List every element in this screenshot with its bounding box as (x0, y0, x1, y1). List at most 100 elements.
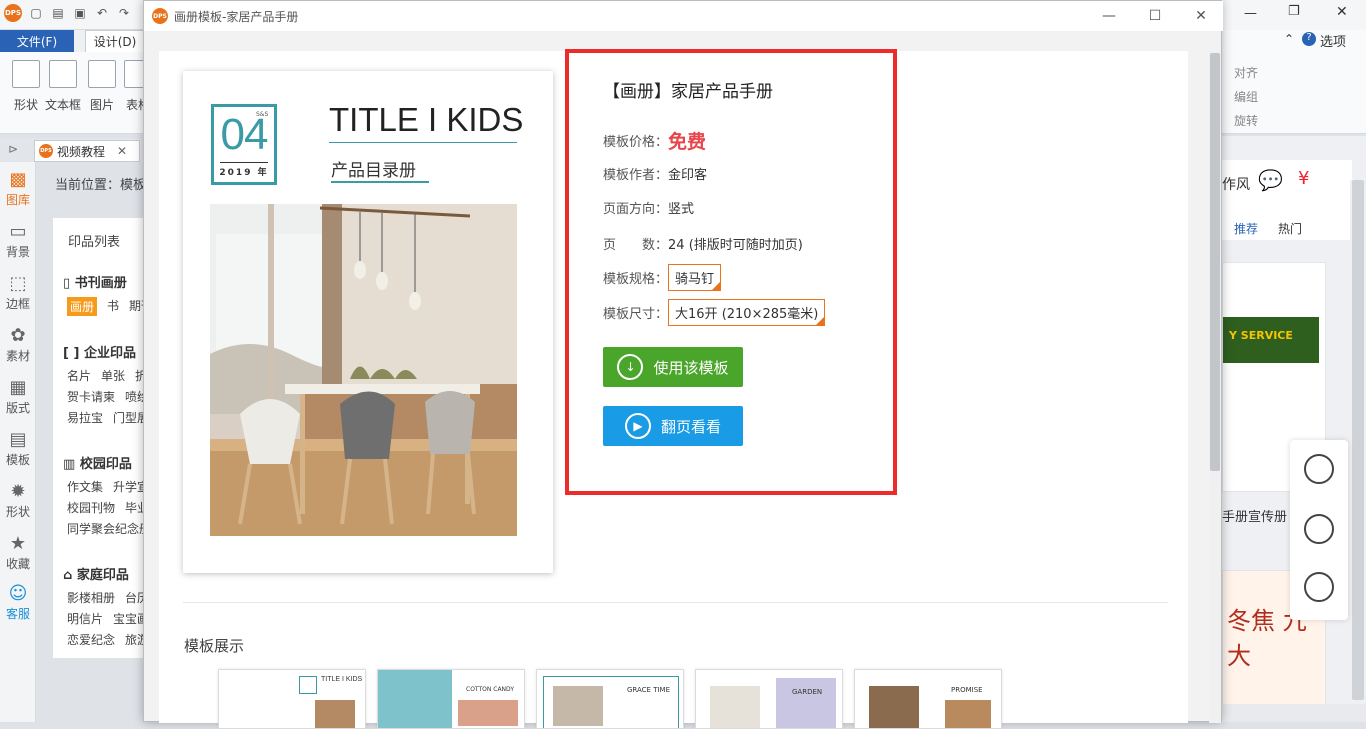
window-minimize-icon[interactable]: — (1086, 1, 1132, 31)
cover-title: TITLE I KIDS (329, 101, 524, 138)
close-tab-icon[interactable]: ✕ (117, 144, 127, 158)
options-button[interactable]: 选项 (1320, 31, 1346, 50)
current-location: 当前位置：模板 (55, 178, 147, 193)
panel-toggle-icon[interactable]: ⊳ (8, 142, 18, 156)
ribbon: 形状 文本框 图片 表格 (0, 52, 152, 134)
right-panel-scroll-thumb[interactable] (1352, 180, 1364, 700)
close-icon[interactable]: ✕ (1336, 4, 1348, 20)
sidebar-item-template[interactable]: ▤ 模板 (0, 428, 36, 468)
category-essay[interactable]: 作文集 (67, 478, 103, 495)
border-icon: ⬚ (9, 272, 27, 294)
category-studio-album[interactable]: 影楼相册 (67, 589, 115, 606)
group-button[interactable]: 编组 (1234, 88, 1258, 105)
sidebar-item-favorites[interactable]: ★ 收藏 (0, 532, 36, 572)
picture-icon (88, 60, 116, 88)
thumb-panel (776, 678, 836, 728)
tab-hot[interactable]: 热门 (1278, 220, 1302, 237)
right-panel-tabs: 推荐 热门 (1222, 204, 1352, 240)
modal-scroll-thumb[interactable] (1210, 53, 1220, 471)
shape-button[interactable]: 形状 (8, 60, 44, 113)
doc-tab-video-tutorial[interactable]: DPS 视频教程 ✕ (34, 140, 140, 162)
thumb-photo (710, 686, 760, 728)
showcase-thumb-3[interactable]: GRACE TIME (536, 669, 684, 729)
window-titlebar: DPS 画册模板-家居产品手册 (144, 1, 1223, 31)
wechat-icon[interactable] (1304, 514, 1334, 544)
undo-icon[interactable]: ↶ (94, 5, 110, 21)
flip-preview-button[interactable]: ▶ 翻页看看 (603, 406, 743, 446)
chat-icon: ☺ (8, 582, 28, 604)
selected-check-icon (815, 316, 826, 326)
enterprise-row-3: 易拉宝 门型展 (67, 409, 149, 426)
category-card[interactable]: 名片 (67, 367, 91, 384)
new-file-icon[interactable]: ▢ (28, 5, 44, 21)
category-rollup[interactable]: 易拉宝 (67, 409, 103, 426)
window-maximize-icon[interactable]: ☐ (1132, 1, 1178, 31)
rotate-button[interactable]: 旋转 (1234, 112, 1258, 129)
sidebar-item-background[interactable]: ▭ 背景 (0, 220, 36, 260)
right-ribbon: ⌃ ? 选项 对齐 编组 旋转 (1222, 30, 1366, 134)
category-album[interactable]: 画册 (67, 297, 98, 316)
sidebar-item-service[interactable]: ☺ 客服 (0, 582, 36, 622)
template-info-panel: 【画册】家居产品手册 模板价格： 免费 模板作者： 金印客 页面方向： 竖式 页 数：… (565, 49, 897, 495)
sidebar-item-border[interactable]: ⬚ 边框 (0, 272, 36, 312)
textbox-button[interactable]: 文本框 (45, 60, 81, 113)
size-option[interactable]: 大16开 (210×285毫米) (668, 299, 826, 326)
campus-row-2: 校园刊物 毕业 (67, 499, 149, 516)
picture-button[interactable]: 图片 (84, 60, 120, 113)
tab-recommend[interactable]: 推荐 (1234, 220, 1258, 237)
headset-icon[interactable] (1304, 572, 1334, 602)
category-love[interactable]: 恋爱纪念 (67, 631, 115, 648)
family-row-2: 明信片 宝宝画 (67, 610, 149, 627)
restore-icon[interactable]: ❐ (1288, 4, 1300, 19)
textbox-icon (49, 60, 77, 88)
use-template-button[interactable]: ↓ 使用该模板 (603, 347, 743, 387)
window-close-icon[interactable]: ✕ (1178, 1, 1224, 31)
category-campus-journal[interactable]: 校园刊物 (67, 499, 115, 516)
section-enterprise[interactable]: [ ] 企业印品 (63, 342, 136, 361)
price-value: 免费 (668, 131, 707, 153)
redo-icon[interactable]: ↷ (116, 5, 132, 21)
section-family[interactable]: ⌂ 家庭印品 (63, 564, 129, 583)
comment-icon[interactable]: 💬 (1258, 168, 1283, 192)
collapse-ribbon-icon[interactable]: ⌃ (1284, 32, 1294, 46)
tab-design[interactable]: 设计(D) (85, 30, 145, 52)
section-books[interactable]: ▯ 书刊画册 (63, 272, 127, 291)
category-greeting[interactable]: 贺卡请柬 (67, 388, 115, 405)
showcase-thumb-4[interactable]: GARDEN (695, 669, 843, 729)
category-reunion[interactable]: 同学聚会纪念册 (67, 520, 151, 537)
open-folder-icon[interactable]: ▤ (50, 5, 66, 21)
showcase-thumb-5[interactable]: PROMISE (854, 669, 1002, 729)
category-postcard[interactable]: 明信片 (67, 610, 103, 627)
selected-check-icon (711, 281, 722, 291)
red-packet-icon[interactable]: ¥ (1298, 168, 1309, 189)
sidebar-item-gallery[interactable]: ▩ 图库 (0, 168, 36, 208)
books-row: 画册书期刊 (67, 297, 153, 316)
campus-row-1: 作文集 升学宣 (67, 478, 149, 495)
category-flyer[interactable]: 单张 (101, 367, 125, 384)
doc-tab-logo-icon: DPS (39, 144, 53, 158)
tab-file[interactable]: 文件(F) (0, 30, 74, 52)
sidebar-item-material[interactable]: ✿ 素材 (0, 324, 36, 364)
sidebar-item-layout[interactable]: ▦ 版式 (0, 376, 36, 416)
enterprise-icon: [ ] (63, 346, 84, 361)
minimize-icon[interactable]: — (1244, 6, 1257, 21)
section-campus[interactable]: ▥ 校园印品 (63, 453, 132, 472)
qq-icon[interactable] (1304, 454, 1334, 484)
print-list-heading: 印品列表 (68, 235, 121, 250)
orientation-row: 页面方向： 竖式 (603, 198, 694, 217)
showcase-thumb-1[interactable]: TITLE I KIDS (218, 669, 366, 729)
help-icon[interactable]: ? (1302, 32, 1316, 46)
author-value: 金印客 (668, 168, 708, 183)
showcase-thumb-2[interactable]: COTTON CANDY (377, 669, 525, 729)
category-book[interactable]: 书 (107, 297, 119, 316)
spec-row: 模板规格： 骑马钉 (603, 264, 722, 291)
save-icon[interactable]: ▣ (72, 5, 88, 21)
showcase-heading: 模板展示 (184, 637, 245, 655)
sidebar-item-shape[interactable]: ✹ 形状 (0, 480, 36, 520)
window-logo-icon: DPS (152, 8, 168, 24)
main-window-controls: — ❐ ✕ (1222, 0, 1366, 30)
size-row: 模板尺寸： 大16开 (210×285毫米) (603, 299, 826, 326)
thumb-photo-2 (945, 700, 991, 728)
align-button[interactable]: 对齐 (1234, 64, 1258, 81)
spec-option[interactable]: 骑马钉 (668, 264, 722, 291)
